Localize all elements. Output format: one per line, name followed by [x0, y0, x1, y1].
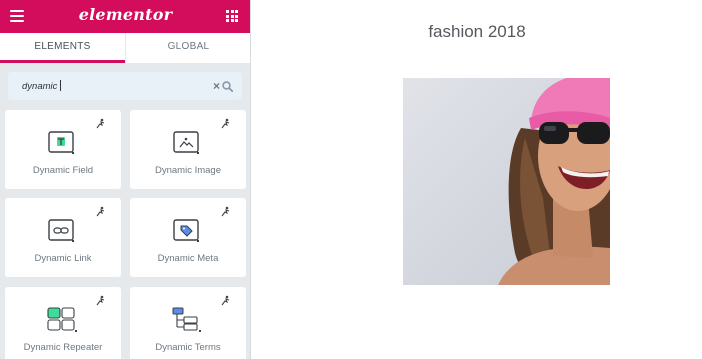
fashion-photo[interactable] [403, 78, 610, 285]
editor-panel: elementor ELEMENTS GLOBAL dynamic × Dyna… [0, 0, 251, 359]
widget-dynamic-link[interactable]: Dynamic Link [5, 198, 121, 277]
page-preview: fashion 2018 [252, 0, 702, 359]
search-value: dynamic [22, 81, 58, 92]
pro-badge-icon [96, 206, 105, 217]
brand-logo: elementor [78, 5, 173, 24]
tab-elements[interactable]: ELEMENTS [0, 33, 125, 63]
dynamic-field-icon [48, 131, 74, 154]
widget-label: Dynamic Field [32, 165, 94, 176]
widget-label: Dynamic Repeater [23, 342, 103, 353]
text-caret [60, 80, 62, 91]
widgets-grid-icon[interactable] [226, 10, 238, 22]
pro-badge-icon [221, 118, 230, 129]
widget-label: Dynamic Link [34, 253, 92, 264]
search-input[interactable]: dynamic × [8, 72, 242, 100]
widget-dynamic-field[interactable]: Dynamic Field [5, 110, 121, 189]
widget-dynamic-image[interactable]: Dynamic Image [130, 110, 246, 189]
page-heading[interactable]: fashion 2018 [252, 22, 702, 42]
widget-dynamic-repeater[interactable]: Dynamic Repeater [5, 287, 121, 359]
dynamic-image-icon [173, 131, 199, 154]
dynamic-terms-icon [172, 307, 201, 332]
dynamic-repeater-icon [47, 307, 77, 332]
widget-label: Dynamic Terms [155, 342, 221, 353]
panel-tabs: ELEMENTS GLOBAL [0, 33, 250, 63]
widget-dynamic-meta[interactable]: Dynamic Meta [130, 198, 246, 277]
widget-dynamic-terms[interactable]: Dynamic Terms [130, 287, 246, 359]
search-value-wrap: dynamic [22, 80, 62, 92]
fashion-photo-illustration [403, 78, 610, 285]
dynamic-link-icon [48, 219, 74, 242]
widget-label: Dynamic Meta [157, 253, 219, 264]
widget-label: Dynamic Image [155, 165, 221, 176]
tab-global[interactable]: GLOBAL [126, 33, 250, 63]
search-icon[interactable] [222, 81, 233, 92]
clear-icon[interactable]: × [213, 79, 220, 93]
pro-badge-icon [96, 118, 105, 129]
pro-badge-icon [96, 295, 105, 306]
pro-badge-icon [221, 206, 230, 217]
pro-badge-icon [221, 295, 230, 306]
editor-header: elementor [0, 0, 250, 33]
dynamic-meta-icon [173, 219, 199, 242]
